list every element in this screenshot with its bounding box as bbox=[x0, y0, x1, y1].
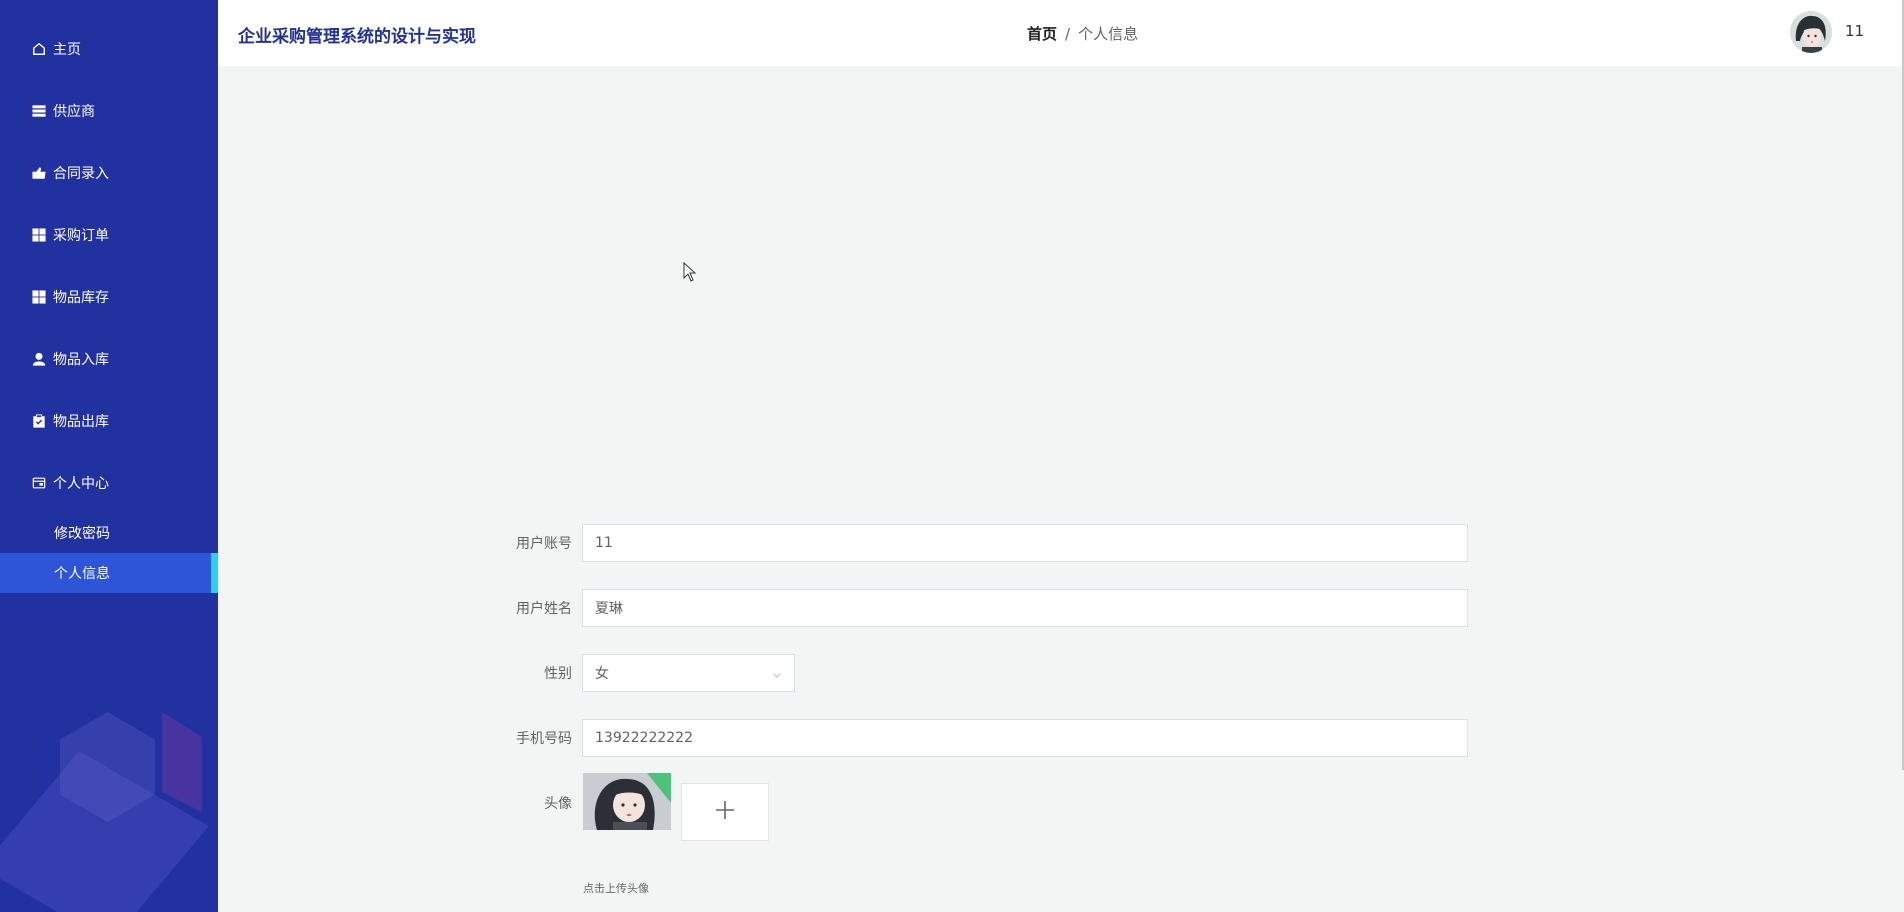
avatar-label: 头像 bbox=[544, 796, 572, 812]
sidebar-item-label: 物品出库 bbox=[53, 414, 109, 430]
form-row-avatar: 头像 bbox=[500, 783, 582, 823]
form-row-name: 用户姓名 夏琳 bbox=[500, 588, 1468, 628]
sidebar-item-suppliers[interactable]: 供应商 bbox=[0, 91, 218, 131]
breadcrumb-home-link[interactable]: 首页 bbox=[1027, 23, 1057, 44]
sidebar-item-label: 采购订单 bbox=[53, 228, 109, 244]
account-label: 用户账号 bbox=[516, 536, 572, 552]
sidebar-item-contract-entry[interactable]: 合同录入 bbox=[0, 153, 218, 193]
sidebar-item-purchase-orders[interactable]: 采购订单 bbox=[0, 215, 218, 255]
gender-select-value: 女 bbox=[595, 666, 609, 682]
upload-avatar-button[interactable] bbox=[681, 783, 769, 841]
account-input[interactable]: 11 bbox=[582, 524, 1468, 562]
mouse-cursor-icon bbox=[683, 261, 697, 286]
gender-select[interactable]: 女 bbox=[582, 654, 795, 692]
sidebar-item-label: 物品库存 bbox=[53, 290, 109, 306]
sidebar-item-label: 主页 bbox=[53, 42, 81, 58]
phone-label: 手机号码 bbox=[516, 731, 572, 747]
sidebar-subitem-label: 个人信息 bbox=[54, 566, 110, 582]
username[interactable]: 11 bbox=[1845, 22, 1864, 40]
name-input[interactable]: 夏琳 bbox=[582, 589, 1468, 627]
sidebar-subitem-personal-info[interactable]: 个人信息 bbox=[0, 553, 218, 593]
sidebar-item-personal-center[interactable]: 个人中心 bbox=[0, 463, 218, 503]
sidebar-item-label: 个人中心 bbox=[53, 476, 109, 492]
home-icon bbox=[31, 41, 47, 57]
user-icon bbox=[31, 351, 47, 367]
sidebar-item-inventory[interactable]: 物品库存 bbox=[0, 277, 218, 317]
breadcrumb-current: 个人信息 bbox=[1078, 25, 1139, 43]
sidebar: 主页 供应商 合同录入 采购订单 物品库存 物品入库 物品出库 个人中心 修改密… bbox=[0, 0, 218, 912]
form-row-phone: 手机号码 13922222222 bbox=[500, 718, 1468, 758]
form-row-account: 用户账号 11 bbox=[500, 523, 1468, 563]
list-icon bbox=[31, 103, 47, 119]
phone-input[interactable]: 13922222222 bbox=[582, 719, 1468, 757]
avatar-preview[interactable] bbox=[583, 773, 671, 830]
grid-icon bbox=[31, 289, 47, 305]
system-title: 企业采购管理系统的设计与实现 bbox=[238, 27, 476, 47]
sidebar-item-stock-out[interactable]: 物品出库 bbox=[0, 401, 218, 441]
sidebar-subitem-label: 修改密码 bbox=[54, 526, 110, 542]
wallet-icon bbox=[31, 475, 47, 491]
sidebar-item-label: 物品入库 bbox=[53, 352, 109, 368]
form-row-gender: 性别 女 bbox=[500, 653, 795, 693]
sidebar-subitem-change-password[interactable]: 修改密码 bbox=[0, 513, 218, 553]
header: 企业采购管理系统的设计与实现 首页 / 个人信息 11 bbox=[218, 0, 1904, 66]
upload-hint: 点击上传头像 bbox=[583, 882, 649, 895]
gender-label: 性别 bbox=[544, 666, 572, 682]
avatar[interactable] bbox=[1790, 11, 1832, 53]
sidebar-item-label: 供应商 bbox=[53, 104, 95, 120]
sidebar-item-label: 合同录入 bbox=[53, 166, 109, 182]
chevron-down-icon bbox=[772, 668, 782, 678]
clipboard-icon bbox=[31, 413, 47, 429]
breadcrumb: 首页 / 个人信息 bbox=[1027, 23, 1138, 44]
sidebar-decoration bbox=[162, 712, 202, 812]
name-label: 用户姓名 bbox=[516, 601, 572, 617]
breadcrumb-separator: / bbox=[1065, 24, 1071, 43]
sidebar-item-stock-in[interactable]: 物品入库 bbox=[0, 339, 218, 379]
grid-icon bbox=[31, 227, 47, 243]
sidebar-item-home[interactable]: 主页 bbox=[0, 29, 218, 69]
plus-icon bbox=[714, 799, 736, 825]
thumb-icon bbox=[31, 165, 47, 181]
